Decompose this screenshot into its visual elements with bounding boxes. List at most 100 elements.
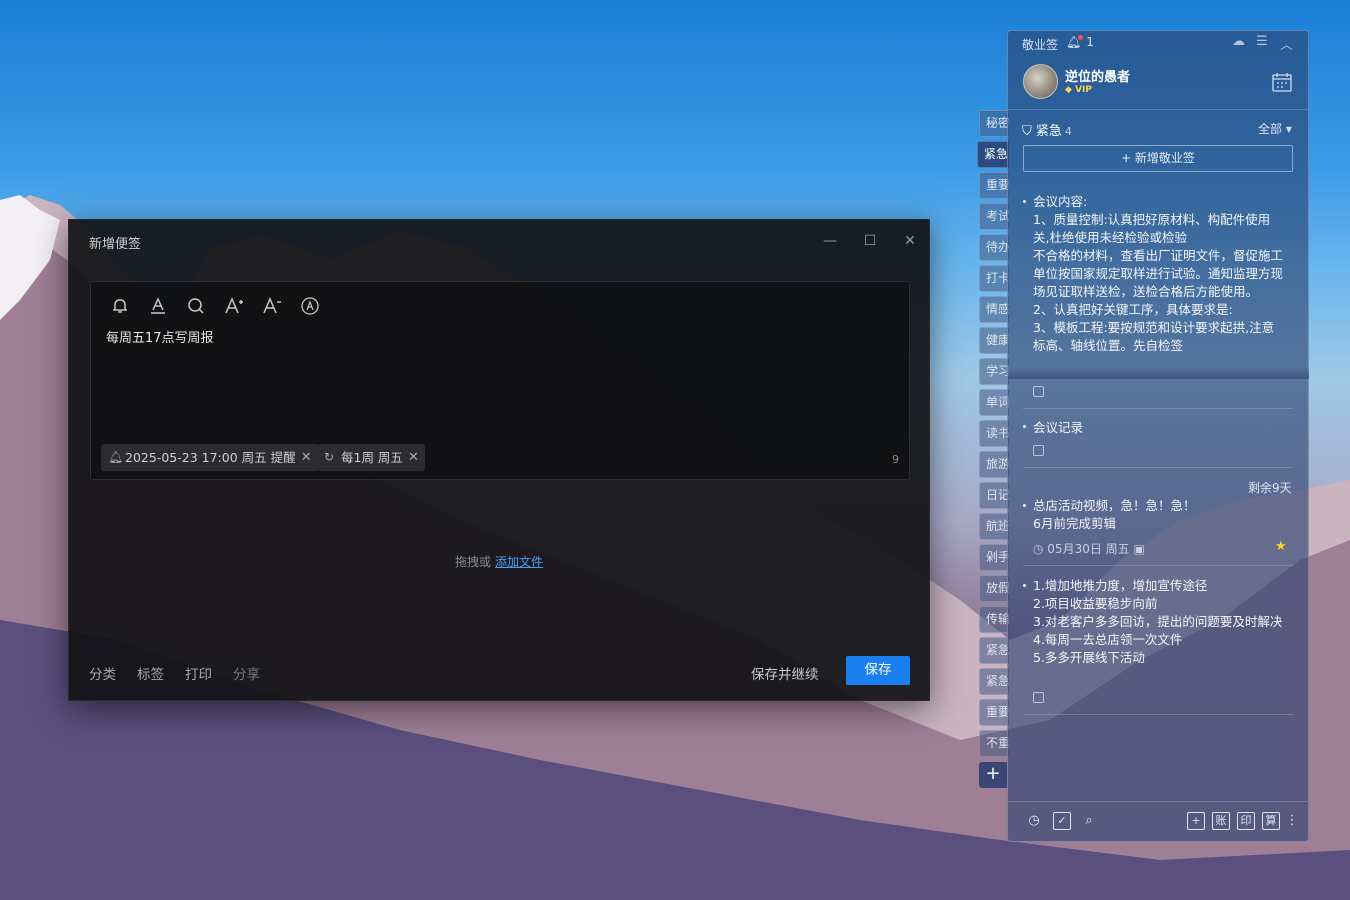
tags-button[interactable]: 标签 [137,663,164,683]
note-content[interactable]: 每周五17点写周报 [106,327,214,346]
print-icon[interactable]: 印 [1237,812,1255,830]
tab-category[interactable]: 待办 [979,234,1009,261]
bell-icon: 🔔︎ [108,450,124,464]
tab-category[interactable]: 传输 [979,606,1009,633]
divider [1008,801,1308,802]
tab-category[interactable]: 日记 [979,482,1009,509]
note-item[interactable]: 会议内容: 1、质量控制:认真把好原材料、构配件使用关,杜绝使用未经检验或检验 … [1033,193,1285,367]
tab-category[interactable]: 秘密 [979,110,1009,137]
note-line: 5.多多开展线下活动 [1033,650,1145,665]
bookmark-icon: ⛉ [1022,124,1036,139]
note-line: 2.项目收益要稳步向前 [1033,596,1158,611]
search-icon[interactable] [185,295,207,317]
divider [1023,467,1293,468]
remove-reminder-icon[interactable]: ✕ [301,444,312,471]
add-file-link[interactable]: 添加文件 [495,555,543,569]
tab-category[interactable]: 紧急 [979,668,1009,695]
filter-label: 全部 [1258,122,1283,136]
note-meta: ◷ 05月30日 周五 ▣ [1033,540,1145,557]
minimize-icon[interactable]: — [819,230,841,252]
tab-category[interactable]: 不重 [979,730,1009,757]
cloud-sync-icon[interactable]: ☁ [1232,34,1245,49]
calculator-icon[interactable]: 算 [1262,812,1280,830]
tab-category[interactable]: 打卡 [979,265,1009,292]
repeat-chip-label: 每1周 周五 [341,450,403,465]
tab-category[interactable]: 剁手 [979,544,1009,571]
tab-category[interactable]: 健康 [979,327,1009,354]
attachment-icon [1033,445,1044,456]
dialog-title: 新增便签 [89,237,142,252]
note-bullet [1023,584,1026,587]
divider [1023,408,1293,409]
tab-category[interactable]: 航班 [979,513,1009,540]
tab-category[interactable]: 重要 [979,172,1009,199]
tab-category[interactable]: 重要 [979,699,1009,726]
tab-category[interactable]: 放假 [979,575,1009,602]
current-category: ⛉ 紧急 4 [1022,120,1072,139]
close-icon[interactable]: ✕ [899,230,921,252]
menu-icon[interactable]: ☰ [1256,34,1268,49]
attachment-icon [1033,386,1044,397]
font-decrease-icon[interactable] [261,295,283,317]
app-name: 敬业签 [1022,38,1059,52]
note-item[interactable]: 1.增加地推力度，增加宣传途径 2.项目收益要稳步向前 3.对老客户多多回访，提… [1033,577,1285,667]
note-item[interactable]: 会议记录 [1033,419,1285,437]
note-line: 3、模板工程:要按规范和设计要求起拱,注意标高、轴线位置。先自检签 [1033,320,1275,353]
reminder-chip[interactable]: 🔔︎ 2025-05-23 17:00 周五 提醒 ✕ [101,444,318,471]
new-note-button[interactable]: + 新增敬业签 [1023,145,1293,172]
note-line: 会议内容: [1033,194,1088,209]
text-color-icon[interactable] [147,295,169,317]
tab-category[interactable]: 旅游 [979,451,1009,478]
tab-category[interactable]: 读书 [979,420,1009,447]
collapse-icon[interactable]: ︿ [1280,34,1293,53]
avatar[interactable] [1023,64,1058,99]
filter-dropdown[interactable]: 全部 ▾ [1258,120,1292,137]
note-line: 4.每周一去总店领一次文件 [1033,632,1183,647]
file-drop-zone[interactable]: 拖拽或 添加文件 [455,553,543,570]
note-item[interactable]: 总店活动视频，急！急！急！ 6月前完成剪辑 [1033,497,1285,533]
search-icon[interactable]: ⌕ [1080,812,1098,830]
repeat-chip[interactable]: ↻ 每1周 周五 ✕ [317,444,425,471]
note-bullet [1023,200,1026,203]
notification-dot [1078,35,1084,40]
print-button[interactable]: 打印 [185,663,212,683]
bell-count: 1 [1086,35,1094,49]
tab-category[interactable]: 情感 [979,296,1009,323]
tab-category[interactable]: 紧急 [979,637,1009,664]
star-icon[interactable]: ★ [1275,539,1287,554]
remaining-days: 剩余9天 [1248,481,1292,495]
note-line: 不合格的材料，查看出厂证明文件，督促施工单位按国家规定取样进行试验。通知监理方现… [1033,248,1284,299]
save-button[interactable]: 保存 [846,656,910,685]
account-book-icon[interactable]: 账 [1212,812,1230,830]
clock-icon: ◷ [1033,542,1048,556]
tab-category[interactable]: 紧急 [977,141,1009,168]
bell-icon[interactable] [109,295,131,317]
clock-icon[interactable]: ◷ [1025,812,1043,830]
font-increase-icon[interactable] [223,295,245,317]
note-bullet [1023,425,1026,428]
note-bullet [1023,504,1026,507]
add-category-button[interactable]: + [979,762,1007,788]
tab-category[interactable]: 学习 [979,358,1009,385]
maximize-icon[interactable]: ☐ [859,230,881,252]
reminder-chip-label: 2025-05-23 17:00 周五 提醒 [125,450,296,465]
note-line: 2、认真把好关键工序，具体要求是: [1033,302,1233,317]
username[interactable]: 逆位的愚者 [1065,66,1130,85]
reminder-bell[interactable]: 🔔︎ 1 [1066,35,1094,49]
calendar-icon[interactable] [1271,71,1293,93]
note-editor[interactable]: 每周五17点写周报 🔔︎ 2025-05-23 17:00 周五 提醒 ✕ ↻ … [90,281,910,480]
add-note-icon[interactable]: + [1187,812,1205,830]
more-icon[interactable]: ⋮ [1283,812,1301,830]
remove-repeat-icon[interactable]: ✕ [408,444,419,471]
save-continue-button[interactable]: 保存并继续 [751,663,819,683]
tab-category[interactable]: 单词 [979,389,1009,416]
note-date: 05月30日 周五 [1047,542,1130,556]
clear-format-icon[interactable] [299,295,321,317]
divider [1023,714,1293,715]
note-line: 3.对老客户多多回访，提出的问题要及时解决 [1033,614,1283,629]
checklist-icon[interactable]: ✓ [1053,812,1071,830]
share-button[interactable]: 分享 [233,663,260,683]
tab-category[interactable]: 考试 [979,203,1009,230]
category-button[interactable]: 分类 [89,663,116,683]
vip-badge: ◆ VIP [1065,85,1092,95]
